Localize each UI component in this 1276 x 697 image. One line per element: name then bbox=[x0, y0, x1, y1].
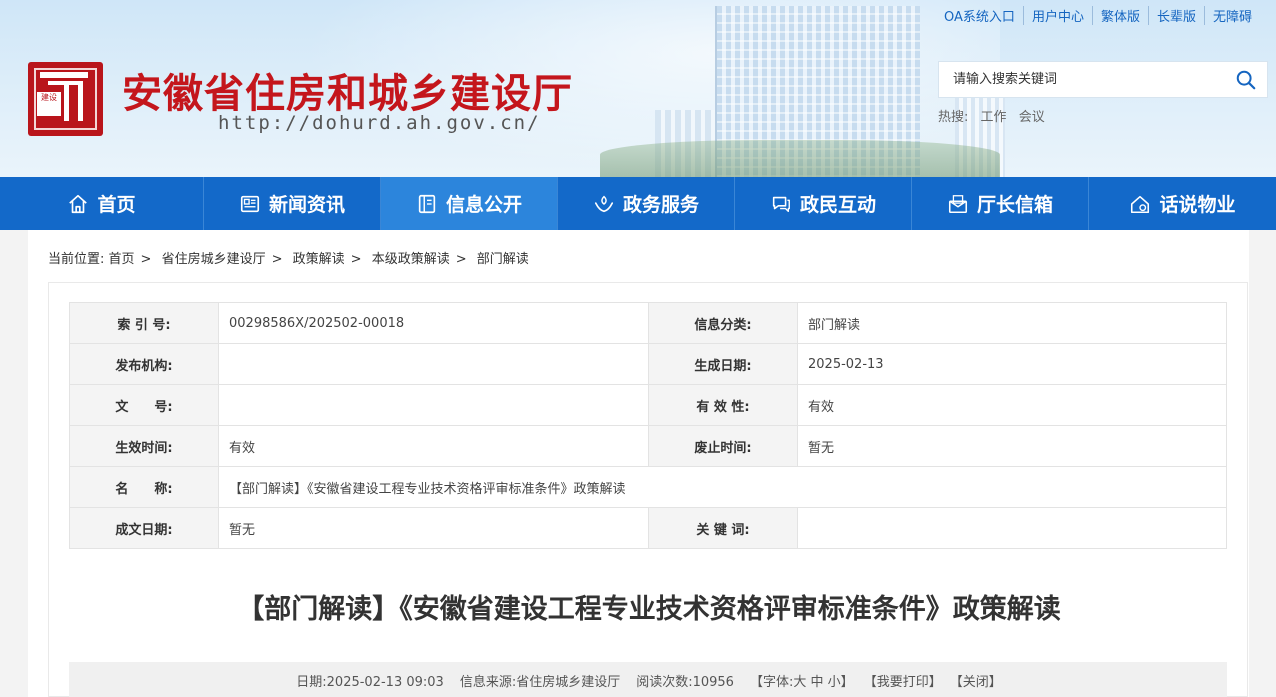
meta-value: 有效 bbox=[797, 384, 1227, 426]
hot-search-item[interactable]: 工作 bbox=[981, 110, 1007, 125]
search-input[interactable] bbox=[939, 62, 1229, 97]
meta-label: 废止时间: bbox=[648, 425, 798, 467]
meta-value bbox=[797, 507, 1227, 549]
close-link[interactable]: 【关闭】 bbox=[950, 671, 1002, 690]
article-title: 【部门解读】《安徽省建设工程专业技术资格评审标准条件》政策解读 bbox=[237, 594, 1061, 625]
book-icon bbox=[418, 194, 436, 213]
trees-image bbox=[600, 140, 1000, 177]
search-box bbox=[938, 61, 1268, 98]
table-row: 生效时间: 有效 废止时间: 暂无 bbox=[69, 425, 1227, 467]
meta-label: 关 键 词: bbox=[648, 507, 798, 549]
breadcrumb-item[interactable]: 部门解读 bbox=[477, 252, 529, 267]
nav-item-news[interactable]: 新闻资讯 bbox=[204, 177, 381, 230]
mail-icon bbox=[948, 194, 968, 213]
traditional-chinese-link[interactable]: 繁体版 bbox=[1091, 6, 1148, 25]
article-date: 日期:2025-02-13 09:03 bbox=[296, 674, 444, 690]
meta-label: 文 号: bbox=[69, 384, 219, 426]
oa-entry-link[interactable]: OA系统入口 bbox=[936, 6, 1023, 25]
meta-label: 信息分类: bbox=[648, 302, 798, 344]
article-info-bar: 日期:2025-02-13 09:03 信息来源:省住房城乡建设厅 阅读次数:1… bbox=[69, 662, 1227, 697]
meta-value: 有效 bbox=[218, 425, 649, 467]
article-source: 信息来源:省住房城乡建设厅 bbox=[459, 674, 621, 690]
nav-item-home[interactable]: 首页 bbox=[0, 177, 204, 230]
site-logo[interactable]: 建设 bbox=[28, 62, 103, 136]
hot-search-label: 热搜: bbox=[938, 110, 969, 125]
table-row: 名 称: 【部门解读】《安徽省建设工程专业技术资格评审标准条件》政策解读 bbox=[69, 466, 1227, 508]
elder-version-link[interactable]: 长辈版 bbox=[1147, 6, 1204, 25]
meta-value bbox=[218, 384, 649, 426]
nav-item-property[interactable]: 话说物业 bbox=[1089, 177, 1276, 230]
home-icon bbox=[69, 194, 88, 213]
meta-label: 生效时间: bbox=[69, 425, 219, 467]
nav-item-gov-service[interactable]: 政务服务 bbox=[558, 177, 735, 230]
table-row: 成文日期: 暂无 关 键 词: bbox=[69, 507, 1227, 549]
breadcrumb: 当前位置: 首页 > 省住房城乡建设厅 > 政策解读 > 本级政策解读 > 部门解读 bbox=[48, 252, 529, 267]
table-row: 发布机构: 生成日期: 2025-02-13 bbox=[69, 343, 1227, 385]
hot-search: 热搜: 工作 会议 bbox=[938, 106, 1045, 125]
breadcrumb-item[interactable]: 省住房城乡建设厅 bbox=[162, 252, 266, 267]
main-nav: 首页 新闻资讯 信息公开 政务服务 政民互动 厅长信箱 话说物业 bbox=[0, 177, 1276, 230]
meta-label: 生成日期: bbox=[648, 343, 798, 385]
breadcrumb-item[interactable]: 政策解读 bbox=[293, 252, 345, 267]
property-icon bbox=[1131, 195, 1150, 213]
nav-item-director-mailbox[interactable]: 厅长信箱 bbox=[912, 177, 1089, 230]
meta-value: 暂无 bbox=[218, 507, 649, 549]
meta-label: 发布机构: bbox=[69, 343, 219, 385]
breadcrumb-item[interactable]: 首页 bbox=[109, 252, 135, 267]
breadcrumb-prefix: 当前位置: bbox=[48, 252, 105, 267]
nav-item-interaction[interactable]: 政民互动 bbox=[735, 177, 912, 230]
main-content: 当前位置: 首页 > 省住房城乡建设厅 > 政策解读 > 本级政策解读 > 部门解读 索… bbox=[28, 230, 1249, 697]
table-row: 文 号: 有 效 性: 有效 bbox=[69, 384, 1227, 426]
service-icon bbox=[594, 195, 614, 212]
font-medium-link[interactable]: 中 bbox=[811, 675, 824, 690]
metadata-table: 索 引 号: 00298586X/202502-00018 信息分类: 部门解读… bbox=[69, 302, 1227, 549]
meta-label: 有 效 性: bbox=[648, 384, 798, 426]
font-size-control: 【字体:大 中 小】 bbox=[749, 674, 854, 690]
meta-value bbox=[218, 343, 649, 385]
site-url: http://dohurd.ah.gov.cn/ bbox=[218, 112, 541, 134]
breadcrumb-item[interactable]: 本级政策解读 bbox=[372, 252, 450, 267]
accessibility-link[interactable]: 无障碍 bbox=[1203, 6, 1260, 25]
table-row: 索 引 号: 00298586X/202502-00018 信息分类: 部门解读 bbox=[69, 302, 1227, 344]
logo-seal: 建设 bbox=[37, 92, 61, 116]
article-views: 阅读次数:10956 bbox=[636, 674, 734, 690]
meta-value: 00298586X/202502-00018 bbox=[218, 302, 649, 344]
user-center-link[interactable]: 用户中心 bbox=[1022, 6, 1092, 25]
nav-item-info-disclosure[interactable]: 信息公开 bbox=[381, 177, 558, 230]
chat-icon bbox=[772, 196, 790, 212]
font-small-link[interactable]: 小 bbox=[828, 675, 841, 690]
meta-value: 2025-02-13 bbox=[797, 343, 1227, 385]
meta-value: 部门解读 bbox=[797, 302, 1227, 344]
hot-search-item[interactable]: 会议 bbox=[1019, 110, 1045, 125]
meta-value: 暂无 bbox=[797, 425, 1227, 467]
font-large-link[interactable]: 大 bbox=[793, 675, 806, 690]
meta-label: 成文日期: bbox=[69, 507, 219, 549]
meta-label: 索 引 号: bbox=[69, 302, 219, 344]
site-header: 建设 安徽省住房和城乡建设厅 http://dohurd.ah.gov.cn/ … bbox=[0, 0, 1276, 177]
print-link[interactable]: 【我要打印】 bbox=[864, 671, 942, 690]
site-title[interactable]: 安徽省住房和城乡建设厅 bbox=[122, 61, 573, 119]
top-links: OA系统入口 用户中心 繁体版 长辈版 无障碍 bbox=[936, 6, 1260, 25]
news-icon bbox=[240, 195, 260, 212]
meta-label: 名 称: bbox=[69, 466, 219, 508]
search-icon[interactable] bbox=[1235, 69, 1257, 91]
meta-value: 【部门解读】《安徽省建设工程专业技术资格评审标准条件》政策解读 bbox=[218, 466, 1227, 508]
article-panel: 索 引 号: 00298586X/202502-00018 信息分类: 部门解读… bbox=[48, 282, 1248, 697]
